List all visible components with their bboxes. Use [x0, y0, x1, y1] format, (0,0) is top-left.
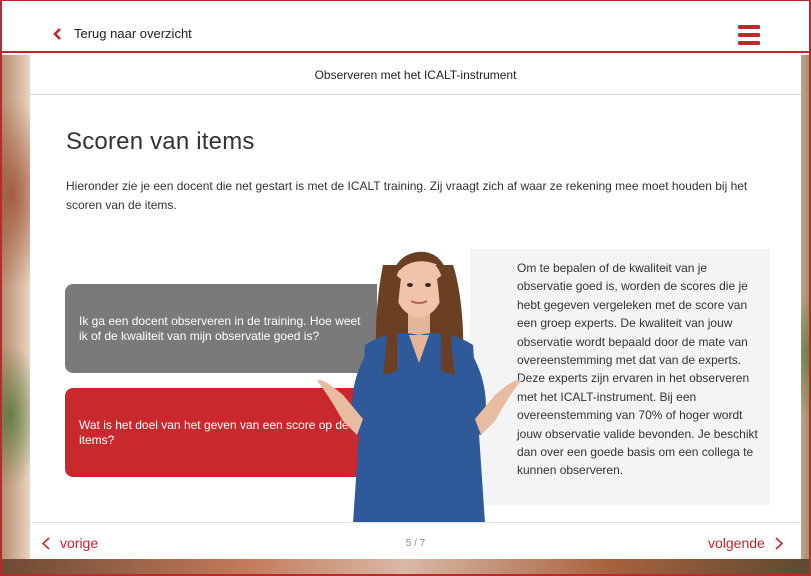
chevron-left-icon: [53, 27, 61, 40]
back-link-label: Terug naar overzicht: [74, 26, 192, 41]
answer-text: Om te bepalen of de kwaliteit van je obs…: [517, 261, 758, 478]
hamburger-menu-icon[interactable]: [738, 25, 760, 45]
navigation-footer: vorige 5 / 7 volgende: [30, 522, 801, 559]
background-photo-strip: [2, 559, 809, 574]
intro-text: Hieronder zie je een docent die net gest…: [66, 179, 748, 212]
next-button[interactable]: volgende: [708, 535, 783, 551]
content-card: Observeren met het ICALT-instrument Scor…: [30, 55, 801, 559]
top-bar: Terug naar overzicht: [2, 1, 809, 53]
page-title: Scoren van items: [66, 128, 255, 155]
chevron-right-icon: [775, 536, 783, 550]
teacher-illustration: [317, 251, 521, 523]
next-label: volgende: [708, 535, 765, 551]
module-title: Observeren met het ICALT-instrument: [30, 55, 801, 95]
page-indicator: 5 / 7: [405, 538, 426, 549]
back-to-overview-link[interactable]: Terug naar overzicht: [52, 26, 192, 41]
